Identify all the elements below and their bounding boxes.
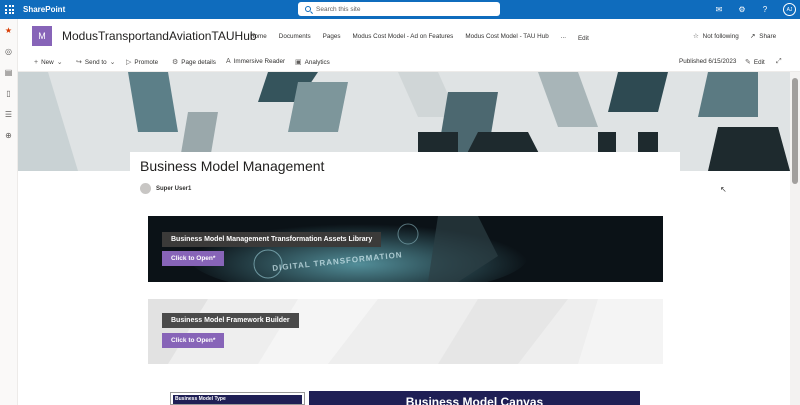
immersive-reader-label: Immersive Reader (233, 58, 286, 65)
add-icon[interactable]: ⊕ (3, 130, 14, 141)
brand-label[interactable]: SharePoint (23, 5, 65, 14)
help-icon[interactable]: ? (760, 5, 770, 14)
share-icon: ↗ (750, 33, 756, 40)
send-icon: ↪ (76, 59, 82, 66)
framework-background (148, 299, 663, 364)
user-avatar[interactable]: AJ (783, 3, 796, 16)
news-icon[interactable]: ▤ (3, 67, 14, 78)
globe-icon[interactable]: ◎ (3, 46, 14, 57)
mouse-cursor-icon: ↖ (720, 185, 727, 194)
edit-button[interactable]: ✎ Edit (745, 58, 765, 67)
banner-assets-library: DIGITAL TRANSFORMATION Business Model Ma… (148, 216, 663, 282)
list-icon[interactable]: ☰ (3, 109, 14, 120)
analytics-label: Analytics (304, 58, 330, 66)
site-navigation: Home Documents Pages Modus Cost Model - … (250, 33, 589, 42)
command-bar: + New ⌄ ↪ Send to ⌄ ▷ Promote ⚙ Page det… (18, 53, 800, 72)
page-details-label: Page details (181, 58, 216, 66)
published-date: Published 6/15/2023 (679, 58, 737, 65)
app-launcher-icon[interactable] (0, 0, 19, 19)
pencil-icon: ✎ (745, 59, 751, 66)
new-label: New (41, 58, 54, 66)
suite-actions: ✉ ⚙ ? AJ (714, 0, 796, 19)
gear-icon[interactable]: ⚙ (737, 5, 747, 14)
star-icon: ☆ (693, 33, 699, 40)
analytics-button[interactable]: ▣ Analytics (295, 58, 330, 67)
author-byline: Super User1 (140, 183, 191, 194)
chevron-down-icon: ⌄ (109, 59, 116, 66)
site-logo[interactable]: M (32, 26, 52, 46)
expand-icon: ⤢ (776, 58, 782, 65)
site-title[interactable]: ModusTransportandAviationTAUHub (62, 29, 257, 43)
megaphone-icon[interactable]: ✉ (714, 5, 724, 14)
new-button[interactable]: + New ⌄ (34, 58, 63, 67)
nav-home[interactable]: Home (250, 33, 267, 42)
promote-button[interactable]: ▷ Promote (126, 58, 159, 67)
follow-button[interactable]: ☆ Not following (693, 33, 739, 40)
page-details-button[interactable]: ⚙ Page details (172, 58, 216, 67)
nav-edit-link[interactable]: Edit (578, 35, 589, 42)
digital-transformation-image (148, 216, 663, 282)
business-model-type-panel: Business Model Type (170, 392, 305, 405)
analytics-icon: ▣ (295, 59, 302, 66)
assets-library-label: Business Model Management Transformation… (162, 232, 382, 247)
author-avatar[interactable] (140, 183, 151, 194)
expand-button[interactable]: ⤢ (776, 58, 782, 66)
home-icon[interactable]: ★ (3, 25, 14, 36)
send-to-button[interactable]: ↪ Send to ⌄ (76, 58, 116, 67)
share-label: Share (759, 33, 777, 40)
scrollbar-thumb[interactable] (792, 78, 798, 184)
edit-label: Edit (753, 58, 765, 66)
business-model-canvas-title[interactable]: Business Model Canvas (309, 391, 640, 405)
site-header: M ModusTransportandAviationTAUHub Home D… (18, 19, 800, 53)
search-box[interactable]: Search this site (298, 2, 500, 16)
follow-label: Not following (702, 33, 739, 40)
search-input[interactable]: Search this site (316, 6, 360, 13)
gear-icon: ⚙ (172, 59, 179, 66)
open-framework-builder-button[interactable]: Click to Open* (162, 333, 225, 348)
reader-icon: A (226, 58, 231, 65)
page-title: Business Model Management (140, 158, 325, 174)
nav-cost-model-tau[interactable]: Modus Cost Model - TAU Hub (465, 33, 548, 42)
nav-more[interactable]: ... (561, 33, 566, 42)
banner-framework-builder: Business Model Framework Builder Click t… (148, 299, 663, 364)
nav-documents[interactable]: Documents (279, 33, 311, 42)
open-assets-library-button[interactable]: Click to Open* (162, 251, 225, 266)
framework-builder-label: Business Model Framework Builder (162, 313, 299, 328)
share-button[interactable]: ↗ Share (750, 33, 776, 40)
search-icon (305, 6, 311, 12)
nav-pages[interactable]: Pages (323, 33, 341, 42)
plus-icon: + (34, 58, 39, 66)
megaphone-icon: ▷ (126, 59, 132, 66)
immersive-reader-button[interactable]: A Immersive Reader (226, 58, 285, 65)
nav-cost-model-addon[interactable]: Modus Cost Model - Ad on Features (353, 33, 454, 42)
business-model-type-title: Business Model Type (173, 395, 302, 404)
app-bar: ★ ◎ ▤ ▯ ☰ ⊕ (0, 19, 18, 405)
file-icon[interactable]: ▯ (3, 88, 14, 99)
promote-label: Promote (134, 58, 159, 66)
send-to-label: Send to (84, 58, 107, 66)
author-name[interactable]: Super User1 (156, 186, 191, 192)
chevron-down-icon: ⌄ (56, 59, 63, 66)
